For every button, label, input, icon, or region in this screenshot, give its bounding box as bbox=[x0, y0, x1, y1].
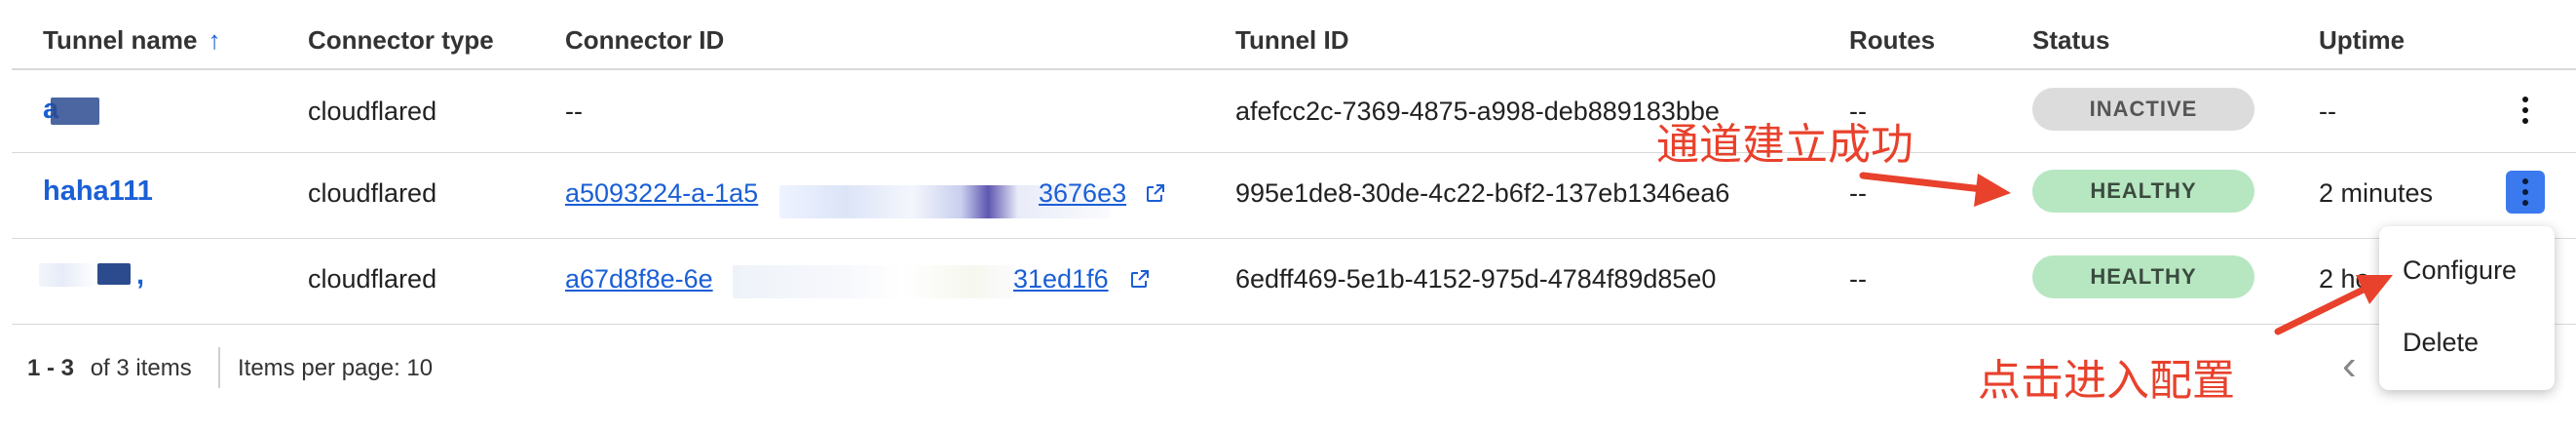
menu-item-delete[interactable]: Delete bbox=[2403, 328, 2479, 358]
pagination-total: of 3 items bbox=[90, 355, 192, 381]
row-divider bbox=[12, 238, 2576, 239]
column-header-tunnel-name[interactable]: Tunnel name ↑ bbox=[43, 25, 221, 56]
redacted-block bbox=[97, 263, 131, 285]
column-header-routes[interactable]: Routes bbox=[1849, 25, 1935, 56]
row-actions-menu-icon[interactable] bbox=[2506, 89, 2545, 132]
column-header-tunnel-id[interactable]: Tunnel ID bbox=[1235, 25, 1349, 56]
pagination-summary: 1 - 3 of 3 items bbox=[27, 355, 192, 382]
pagination-range: 1 - 3 bbox=[27, 355, 75, 381]
header-divider bbox=[12, 68, 2576, 70]
previous-page-icon[interactable]: ‹ bbox=[2342, 341, 2357, 390]
items-per-page-select[interactable]: Items per page: 10 bbox=[238, 355, 433, 382]
connector-id-link-end[interactable]: 3676e3 bbox=[1039, 178, 1126, 209]
connector-id-link-end[interactable]: 31ed1f6 bbox=[1013, 264, 1109, 294]
connector-id-link[interactable]: a5093224-a-1a5 bbox=[565, 178, 758, 209]
arrow-to-status-icon bbox=[1859, 172, 2011, 207]
external-link-icon[interactable] bbox=[1144, 181, 1167, 205]
external-link-icon[interactable] bbox=[1128, 267, 1152, 291]
uptime-value: 2 ho bbox=[2319, 264, 2370, 294]
column-header-status[interactable]: Status bbox=[2032, 25, 2109, 56]
connector-type: cloudflared bbox=[308, 264, 437, 294]
connector-id-start: a5093224-a-1a5 bbox=[565, 178, 759, 208]
uptime-value: -- bbox=[2319, 97, 2336, 126]
row-divider bbox=[12, 324, 2576, 325]
routes-value: -- bbox=[1849, 178, 1867, 208]
tunnel-id: 995e1de8-30de-4c22-b6f2-137eb1346ea6 bbox=[1235, 178, 1730, 208]
redacted-block bbox=[51, 98, 99, 125]
status-badge: HEALTHY bbox=[2032, 255, 2254, 298]
status-badge: INACTIVE bbox=[2032, 88, 2254, 131]
tunnel-name-link[interactable]: haha111 bbox=[43, 176, 153, 208]
column-header-tunnel-name-label: Tunnel name bbox=[43, 25, 198, 55]
footer-divider bbox=[218, 347, 220, 388]
tunnel-id: 6edff469-5e1b-4152-975d-4784f89d85e0 bbox=[1235, 264, 1717, 294]
row-actions-menu-icon[interactable] bbox=[2506, 171, 2545, 214]
column-header-uptime[interactable]: Uptime bbox=[2319, 25, 2405, 56]
uptime-value: 2 minutes bbox=[2319, 178, 2434, 208]
status-badge: HEALTHY bbox=[2032, 170, 2254, 213]
redacted-block bbox=[733, 265, 1015, 298]
annotation-tunnel-success: 通道建立成功 bbox=[1656, 120, 1913, 170]
menu-item-configure[interactable]: Configure bbox=[2403, 255, 2517, 286]
connector-id: -- bbox=[565, 97, 583, 126]
column-header-connector-id[interactable]: Connector ID bbox=[565, 25, 724, 56]
row-actions-dropdown: Configure Delete bbox=[2379, 226, 2555, 390]
connector-type: cloudflared bbox=[308, 178, 437, 208]
sort-ascending-icon[interactable]: ↑ bbox=[208, 25, 221, 55]
connector-id-link[interactable]: a67d8f8e-6e bbox=[565, 264, 713, 294]
row-divider bbox=[12, 152, 2576, 153]
connector-type: cloudflared bbox=[308, 97, 437, 126]
tunnel-id: afefcc2c-7369-4875-a998-deb889183bbe bbox=[1235, 97, 1720, 126]
annotation-click-configure: 点击进入配置 bbox=[1978, 356, 2235, 406]
redacted-block bbox=[39, 263, 97, 287]
column-header-connector-type[interactable]: Connector type bbox=[308, 25, 494, 56]
connector-id-start: a67d8f8e-6e bbox=[565, 264, 713, 294]
routes-value: -- bbox=[1849, 264, 1867, 294]
tunnel-name-link[interactable]: , bbox=[136, 259, 144, 292]
